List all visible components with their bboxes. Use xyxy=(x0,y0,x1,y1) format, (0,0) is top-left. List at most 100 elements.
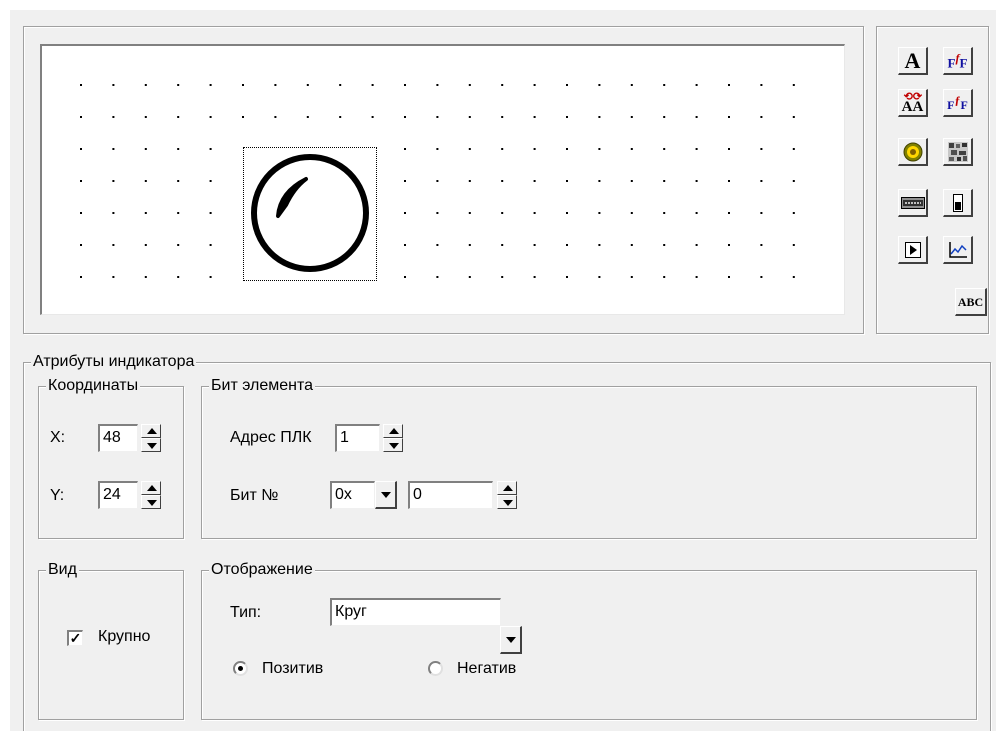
grid-dot xyxy=(728,116,730,118)
grid-dot xyxy=(566,148,568,150)
bargraph-button[interactable] xyxy=(898,189,928,217)
grid-dot xyxy=(339,116,342,118)
indicator-lamp-button[interactable] xyxy=(898,138,928,166)
grid-dot xyxy=(468,276,471,278)
bitmap-button[interactable] xyxy=(943,138,973,166)
x-increment-button[interactable] xyxy=(141,424,161,438)
plc-address-increment-button[interactable] xyxy=(383,424,403,438)
grid-dot xyxy=(177,180,180,182)
type-select[interactable]: Круг xyxy=(330,598,501,626)
grid-dot xyxy=(728,244,730,246)
grid-dot xyxy=(695,212,698,214)
bit-prefix-select[interactable]: 0x xyxy=(330,481,375,509)
grid-dot xyxy=(144,244,147,246)
y-spinner[interactable] xyxy=(141,481,161,509)
bit-number-increment-button[interactable] xyxy=(497,481,517,495)
grid-dot xyxy=(760,244,763,246)
grid-dot xyxy=(630,84,633,86)
bit-prefix-dropdown-button[interactable] xyxy=(375,481,397,509)
format-swap-button[interactable]: FƒF xyxy=(943,89,973,117)
bit-number-spinner[interactable] xyxy=(497,481,517,509)
grid-dot xyxy=(306,84,309,86)
plc-address-input[interactable]: 1 xyxy=(335,424,380,452)
trend-chart-icon xyxy=(948,241,967,258)
selected-indicator-element[interactable] xyxy=(243,147,377,281)
grid-dot xyxy=(728,180,730,182)
x-decrement-button[interactable] xyxy=(141,438,161,452)
element-bit-title: Бит элемента xyxy=(209,377,316,395)
grid-dot xyxy=(728,84,730,86)
grid-dot xyxy=(209,244,212,246)
grid-dot xyxy=(468,84,471,86)
design-canvas[interactable] xyxy=(40,44,845,315)
element-bit-group xyxy=(201,386,977,539)
positive-radio[interactable] xyxy=(233,661,248,676)
down-arrow-icon xyxy=(503,500,513,506)
grid-dot xyxy=(598,244,601,246)
abc-text-icon: ABC xyxy=(957,294,984,309)
grid-dot xyxy=(695,148,698,150)
grid-dot xyxy=(404,84,406,86)
grid-dot xyxy=(112,276,115,278)
circle-indicator-icon xyxy=(251,154,369,272)
type-label: Тип: xyxy=(230,604,262,621)
bit-number-decrement-button[interactable] xyxy=(497,495,517,509)
grid-dot xyxy=(112,180,115,182)
y-decrement-button[interactable] xyxy=(141,495,161,509)
coordinates-title: Координаты xyxy=(46,377,141,395)
grid-dot xyxy=(663,180,666,182)
grid-dot xyxy=(177,84,180,86)
plc-address-decrement-button[interactable] xyxy=(383,438,403,452)
grid-dot xyxy=(436,276,439,278)
y-coordinate-input[interactable]: 24 xyxy=(98,481,138,509)
large-checkbox[interactable]: ✓ xyxy=(67,630,83,646)
trend-chart-button[interactable] xyxy=(943,236,973,264)
grid-dot xyxy=(112,244,115,246)
grid-dot xyxy=(177,276,180,278)
grid-dot xyxy=(695,276,698,278)
grid-dot xyxy=(533,212,536,214)
grid-dot xyxy=(760,116,763,118)
abc-text-button[interactable]: ABC xyxy=(955,288,987,316)
grid-dot xyxy=(242,116,244,118)
level-button[interactable] xyxy=(943,189,973,217)
down-arrow-icon xyxy=(147,443,157,449)
grid-dot xyxy=(436,244,439,246)
grid-dot xyxy=(274,116,277,118)
grid-dot xyxy=(144,276,147,278)
grid-dot xyxy=(695,84,698,86)
grid-dot xyxy=(501,180,504,182)
bit-number-input[interactable]: 0 xyxy=(408,481,493,509)
grid-dot xyxy=(630,244,633,246)
grid-dot xyxy=(112,84,115,86)
checkmark-icon: ✓ xyxy=(69,630,82,646)
indicator-attributes-title: Атрибуты индикатора xyxy=(31,353,197,371)
down-arrow-icon xyxy=(389,443,399,449)
grid-dot xyxy=(566,180,568,182)
grid-dot xyxy=(663,116,666,118)
grid-dot xyxy=(209,180,212,182)
type-dropdown-button[interactable] xyxy=(500,626,522,654)
grid-dot xyxy=(80,276,82,278)
grid-dot xyxy=(630,212,633,214)
chevron-down-icon xyxy=(381,492,391,498)
grid-dot xyxy=(695,116,698,118)
x-coordinate-input[interactable]: 48 xyxy=(98,424,138,452)
text-swap-button[interactable]: ⟲⟳ AA xyxy=(898,89,928,117)
grid-dot xyxy=(177,212,180,214)
grid-dot xyxy=(566,116,568,118)
y-increment-button[interactable] xyxy=(141,481,161,495)
negative-radio-label: Негатив xyxy=(457,660,517,677)
text-format-button[interactable]: FfF xyxy=(943,47,973,75)
x-spinner[interactable] xyxy=(141,424,161,452)
grid-dot xyxy=(404,148,406,150)
plc-address-spinner[interactable] xyxy=(383,424,403,452)
grid-dot xyxy=(468,212,471,214)
grid-dot xyxy=(144,84,147,86)
play-button[interactable] xyxy=(898,236,928,264)
grid-dot xyxy=(533,180,536,182)
grid-dot xyxy=(760,84,763,86)
negative-radio[interactable] xyxy=(428,661,443,676)
grid-dot xyxy=(209,148,212,150)
text-a-button[interactable]: A xyxy=(898,47,928,75)
